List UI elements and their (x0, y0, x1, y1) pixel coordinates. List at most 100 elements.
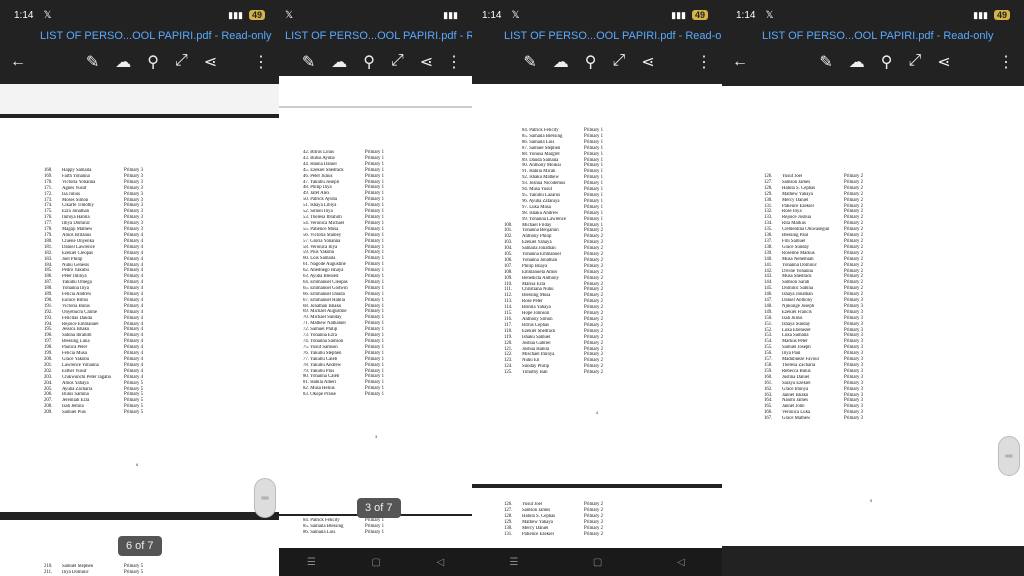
list-row: 86. Samaila Lois Primary 1 (285, 530, 405, 536)
pdf-page-3: 42. Bitrus Linus Primary 1 43. Bulus Ayuba… (279, 76, 472, 514)
edit-icon[interactable]: ✎ (819, 52, 832, 72)
more-options-icon[interactable]: ⋮ (446, 52, 462, 72)
list-row: 211. Iliya Dominic Primary 5 (44, 570, 164, 576)
row-number: 125. (504, 370, 513, 376)
student-list-next: 84. Patrick Felicity Primary 1 85. Samaila… (285, 518, 405, 536)
expand-icon[interactable]: ⤢ (391, 52, 404, 72)
search-icon[interactable]: ⚲ (363, 52, 375, 72)
page-number: 4 (596, 410, 599, 415)
nav-bar: ☰ ▢ ◁ (279, 548, 472, 576)
more-options-icon[interactable]: ⋮ (998, 52, 1014, 72)
pdf-page-5: 126. Yusuf Joel Primary 2 127. Samson James P… (472, 488, 722, 548)
status-bar: 1:14 𝕏 ▮▮▮ 49 (722, 0, 1024, 30)
row-number (285, 530, 303, 536)
list-row: 125. Timothy Isah Primary 2 (504, 370, 624, 376)
search-icon[interactable]: ⚲ (147, 52, 159, 72)
page-number: 3 (375, 434, 378, 439)
expand-icon[interactable]: ⤢ (175, 52, 188, 72)
signal-icons: ▮▮▮ 49 (973, 10, 1010, 21)
scroll-handle[interactable]: ═ (254, 478, 276, 518)
battery-icon: 49 (248, 10, 265, 20)
row-number: 209. (44, 410, 53, 416)
cloud-upload-icon[interactable]: ☁ (331, 52, 347, 72)
row-number: 131. (504, 531, 513, 537)
back-arrow-icon[interactable]: ← (732, 53, 772, 71)
pdf-page-4: 84. Patrick Felicity Primary 1 85. Samaila… (279, 516, 472, 548)
status-bar: 1:14 𝕏 ▮▮▮ 49 (0, 0, 279, 30)
more-options-icon[interactable]: ⋮ (696, 52, 712, 72)
cloud-upload-icon[interactable]: ☁ (553, 52, 569, 72)
signal-icons: ▮▮▮ 49 (671, 10, 708, 21)
x-app-icon: 𝕏 (43, 9, 52, 21)
back-icon[interactable]: ◁ (436, 557, 444, 568)
screen-1: 1:14 𝕏 ▮▮▮ 49 LIST OF PERSO...OOL PAPIRI… (0, 0, 279, 576)
pdf-page-6: 168. Happy Samaila Primary 3 169. Faith Yoha… (0, 118, 279, 512)
class-name: Primary 2 (584, 370, 604, 376)
share-icon[interactable]: ⋖ (937, 52, 950, 72)
back-icon[interactable]: ◁ (677, 557, 685, 568)
status-bar: 𝕏 ▮▮▮ (279, 0, 472, 30)
share-icon[interactable]: ⋖ (641, 52, 654, 72)
list-row: 167. Grace Mathew Primary 3 (764, 416, 884, 422)
document-title: LIST OF PERSO...OOL PAPIRI.pdf - Read-on… (472, 30, 722, 48)
class-name: Primary 5 (124, 410, 144, 416)
page-indicator: 3 of 7 (357, 498, 401, 518)
edit-icon[interactable]: ✎ (86, 52, 99, 72)
screen-2: 𝕏 ▮▮▮ LIST OF PERSO...OOL PAPIRI.pdf - R… (279, 0, 472, 576)
page-divider (279, 106, 472, 108)
student-name: Patience Ezekiel (522, 531, 554, 537)
previous-page-edge (0, 84, 279, 114)
more-options-icon[interactable]: ⋮ (253, 52, 269, 72)
student-name: 83. Okope Praise (303, 392, 336, 398)
clock: 1:14 (14, 9, 34, 21)
pdf-page-5: 126. Yusuf Joel Primary 2 127. Samson James P… (722, 86, 1024, 546)
clock: 1:14 (482, 9, 502, 21)
signal-icons: ▮▮▮ 49 (228, 10, 265, 21)
back-arrow-icon[interactable]: ← (10, 53, 50, 71)
share-icon[interactable]: ⋖ (204, 52, 217, 72)
edit-icon[interactable]: ✎ (523, 52, 536, 72)
student-list-next: 210. Samuel Stephen Primary 5 211. Iliya Dom… (44, 564, 164, 576)
home-icon[interactable]: ▢ (371, 557, 380, 568)
toolbar: ← ✎ ☁ ⚲ ⤢ ⋖ ⋮ (722, 48, 1024, 76)
edit-icon[interactable]: ✎ (302, 52, 315, 72)
cloud-upload-icon[interactable]: ☁ (849, 52, 865, 72)
list-row: 209. Samuel Pius Primary 5 (44, 410, 164, 416)
list-row: 83. Okope Praise Primary 1 (285, 392, 405, 398)
home-icon[interactable]: ▢ (593, 557, 602, 568)
cloud-upload-icon[interactable]: ☁ (115, 52, 131, 72)
class-name: Primary 3 (844, 416, 864, 422)
scroll-handle[interactable]: ═ (998, 436, 1020, 476)
page-number: 5 (870, 498, 873, 503)
class-name: Primary 5 (124, 569, 144, 575)
row-number (285, 392, 303, 398)
student-name: Samuel Pius (62, 410, 86, 416)
page-number: 6 (136, 462, 139, 467)
signal-icons: ▮▮▮ (443, 9, 458, 20)
class-name: Primary 1 (365, 392, 385, 398)
toolbar: ✎ ☁ ⚲ ⤢ ⋖ ⋮ (279, 48, 472, 76)
class-name: Primary 2 (584, 531, 604, 537)
x-app-icon: 𝕏 (511, 9, 520, 21)
recent-apps-icon[interactable]: ☰ (307, 557, 316, 568)
battery-icon: 49 (691, 10, 708, 20)
expand-icon[interactable]: ⤢ (612, 52, 625, 72)
toolbar: ← ✎ ☁ ⚲ ⤢ ⋖ ⋮ (0, 48, 279, 76)
pdf-page-4: 84. Patrick Felicity Primary 1 85. Samaila… (472, 84, 722, 484)
toolbar: ✎ ☁ ⚲ ⤢ ⋖ ⋮ (472, 48, 722, 76)
document-title: LIST OF PERSO...OOL PAPIRI.pdf - Read-on… (0, 30, 279, 48)
document-title: LIST OF PERSO...OOL PAPIRI.pdf - Read-on… (722, 30, 1024, 48)
recent-apps-icon[interactable]: ☰ (509, 557, 518, 568)
clock: 1:14 (736, 9, 756, 21)
student-list-next: 126. Yusuf Joel Primary 2 127. Samson James P… (504, 502, 624, 537)
share-icon[interactable]: ⋖ (420, 52, 433, 72)
screen-3: 1:14 𝕏 ▮▮▮ 49 LIST OF PERSO...OOL PAPIRI… (472, 0, 722, 576)
student-list: 168. Happy Samaila Primary 3 169. Faith Yoha… (44, 168, 164, 416)
search-icon[interactable]: ⚲ (585, 52, 597, 72)
expand-icon[interactable]: ⤢ (908, 52, 921, 72)
search-icon[interactable]: ⚲ (881, 52, 893, 72)
nav-bar: ☰ ▢ ◁ (472, 548, 722, 576)
student-list: 84. Patrick Felicity Primary 1 85. Samaila… (504, 128, 624, 376)
student-name: 86. Samaila Lois (303, 529, 336, 535)
list-row: 131. Patience Ezekiel Primary 2 (504, 532, 624, 538)
